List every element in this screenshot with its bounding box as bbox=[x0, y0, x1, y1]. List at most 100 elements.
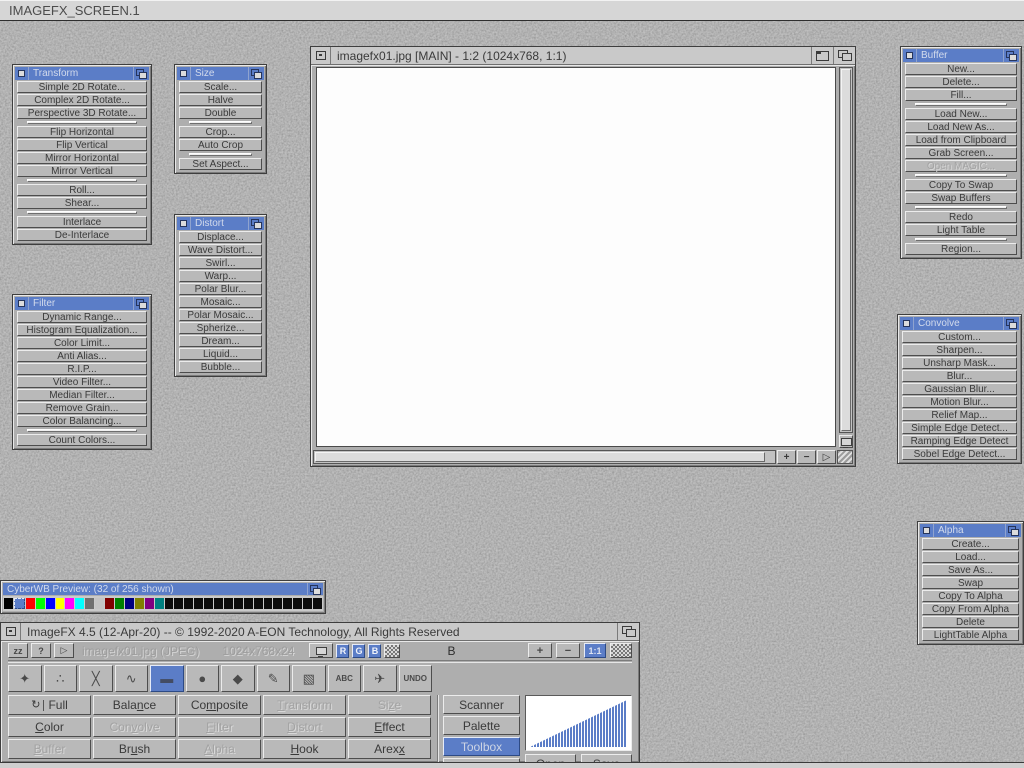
panel-button[interactable]: Mirror Horizontal bbox=[17, 152, 147, 164]
panel-button[interactable]: Roll... bbox=[17, 184, 147, 196]
panel-button[interactable]: Histogram Equalization... bbox=[17, 324, 147, 336]
palette-swatch[interactable] bbox=[105, 598, 114, 609]
depth-icon[interactable] bbox=[617, 623, 639, 640]
palette-swatch[interactable] bbox=[65, 598, 74, 609]
panel-button[interactable]: De-Interlace bbox=[17, 229, 147, 241]
palette-swatch[interactable] bbox=[273, 598, 282, 609]
close-icon[interactable] bbox=[15, 67, 29, 80]
dither-pattern-button[interactable] bbox=[384, 644, 400, 658]
zoom-out-button[interactable]: − bbox=[556, 643, 580, 658]
panel-button[interactable]: Bubble... bbox=[179, 361, 262, 373]
composite-button[interactable]: Composite bbox=[178, 695, 261, 715]
panel-button[interactable]: Swap bbox=[922, 577, 1019, 589]
convolve-button[interactable]: Convolve bbox=[93, 717, 176, 737]
panel-button[interactable]: Median Filter... bbox=[17, 389, 147, 401]
distort-button[interactable]: Distort bbox=[263, 717, 346, 737]
panel-button[interactable]: LightTable Alpha bbox=[922, 629, 1019, 641]
palette-swatch[interactable] bbox=[125, 598, 134, 609]
distort-panel-titlebar[interactable]: Distort bbox=[177, 217, 264, 230]
horizontal-scroll-thumb[interactable] bbox=[315, 452, 765, 462]
panel-button[interactable]: Ramping Edge Detect bbox=[902, 435, 1017, 447]
help-button[interactable]: ? bbox=[31, 643, 51, 658]
close-icon[interactable] bbox=[311, 47, 331, 64]
palette-swatch[interactable] bbox=[234, 598, 243, 609]
palette-swatch[interactable] bbox=[244, 598, 253, 609]
panel-button[interactable]: Delete bbox=[922, 616, 1019, 628]
panel-button[interactable]: Double bbox=[179, 107, 262, 119]
arexx-play-button[interactable]: ▷ bbox=[54, 643, 74, 658]
panel-button[interactable]: Perspective 3D Rotate... bbox=[17, 107, 147, 119]
arexx-button[interactable]: Arexx bbox=[348, 739, 431, 759]
depth-icon[interactable] bbox=[1003, 49, 1019, 62]
buffer-panel-titlebar[interactable]: Buffer bbox=[903, 49, 1019, 62]
green-channel-button[interactable]: G bbox=[352, 644, 365, 658]
image-canvas[interactable] bbox=[316, 67, 836, 447]
depth-icon[interactable] bbox=[133, 67, 149, 80]
panel-button[interactable]: Grab Screen... bbox=[905, 147, 1017, 159]
panel-button[interactable]: Fill... bbox=[905, 89, 1017, 101]
panel-button[interactable]: Gaussian Blur... bbox=[902, 383, 1017, 395]
depth-icon[interactable] bbox=[248, 67, 264, 80]
vertical-scrollbar[interactable] bbox=[839, 67, 853, 433]
palette-swatch[interactable] bbox=[36, 598, 45, 609]
close-icon[interactable] bbox=[903, 49, 917, 62]
panel-button[interactable]: Swap Buffers bbox=[905, 192, 1017, 204]
color-button[interactable]: Color bbox=[8, 717, 91, 737]
close-icon[interactable] bbox=[177, 217, 191, 230]
curve-tool[interactable]: ∿ bbox=[115, 665, 149, 692]
panel-button[interactable]: Copy From Alpha bbox=[922, 603, 1019, 615]
full-button[interactable]: ↻Full bbox=[8, 695, 91, 715]
panel-button[interactable]: Redo bbox=[905, 211, 1017, 223]
panel-button[interactable]: Sobel Edge Detect... bbox=[902, 448, 1017, 460]
panel-button[interactable]: Delete... bbox=[905, 76, 1017, 88]
panel-button[interactable]: Relief Map... bbox=[902, 409, 1017, 421]
alpha-button[interactable]: Alpha bbox=[178, 739, 261, 759]
screen-mode-button[interactable] bbox=[839, 435, 853, 448]
screen-titlebar[interactable]: IMAGEFX_SCREEN.1 bbox=[0, 0, 1024, 21]
palette-swatch[interactable] bbox=[4, 598, 13, 609]
close-icon[interactable] bbox=[177, 67, 191, 80]
palette-swatch[interactable] bbox=[174, 598, 183, 609]
panel-button[interactable]: Crop... bbox=[179, 126, 262, 138]
effect-button[interactable]: Effect bbox=[348, 717, 431, 737]
panel-button[interactable]: Flip Vertical bbox=[17, 139, 147, 151]
panel-button[interactable]: Color Limit... bbox=[17, 337, 147, 349]
palette-swatch[interactable] bbox=[14, 598, 25, 609]
palette-button[interactable]: Palette bbox=[443, 716, 520, 735]
palette-swatch[interactable] bbox=[26, 598, 35, 609]
panel-button[interactable]: Region... bbox=[905, 243, 1017, 255]
palette-swatch[interactable] bbox=[303, 598, 312, 609]
panel-button[interactable]: Light Table bbox=[905, 224, 1017, 236]
transform-button[interactable]: Transform bbox=[263, 695, 346, 715]
buffer-button[interactable]: Buffer bbox=[8, 739, 91, 759]
zoom-in-button[interactable]: + bbox=[528, 643, 552, 658]
panel-button[interactable]: Motion Blur... bbox=[902, 396, 1017, 408]
move-tool[interactable]: ✈ bbox=[363, 665, 397, 692]
zoom-in-button[interactable]: + bbox=[777, 450, 796, 464]
panel-button[interactable]: Load... bbox=[922, 551, 1019, 563]
zoom-ratio-button[interactable]: 1:1 bbox=[584, 643, 606, 658]
close-icon[interactable] bbox=[1, 623, 21, 640]
freehand-tool[interactable]: ✎ bbox=[257, 665, 291, 692]
panel-button[interactable]: Shear... bbox=[17, 197, 147, 209]
palette-swatch[interactable] bbox=[56, 598, 65, 609]
resize-handle[interactable] bbox=[837, 450, 853, 464]
play-button[interactable]: ▷ bbox=[817, 450, 836, 464]
palette-swatch[interactable] bbox=[254, 598, 263, 609]
panel-button[interactable]: Custom... bbox=[902, 331, 1017, 343]
red-channel-button[interactable]: R bbox=[336, 644, 349, 658]
dot-tool[interactable]: ✦ bbox=[8, 665, 42, 692]
palette-swatch[interactable] bbox=[75, 598, 84, 609]
panel-button[interactable]: R.I.P... bbox=[17, 363, 147, 375]
palette-swatch[interactable] bbox=[135, 598, 144, 609]
polygon-tool[interactable]: ◆ bbox=[221, 665, 255, 692]
palette-swatch[interactable] bbox=[184, 598, 193, 609]
image-window-titlebar[interactable]: imagefx01.jpg [MAIN] - 1:2 (1024x768, 1:… bbox=[311, 47, 855, 65]
depth-icon[interactable] bbox=[248, 217, 264, 230]
panel-button[interactable]: New... bbox=[905, 63, 1017, 75]
palette-swatch[interactable] bbox=[95, 598, 104, 609]
alpha-panel-titlebar[interactable]: Alpha bbox=[920, 524, 1021, 537]
panel-button[interactable]: Simple 2D Rotate... bbox=[17, 81, 147, 93]
panel-button[interactable]: Color Balancing... bbox=[17, 415, 147, 427]
panel-button[interactable]: Sharpen... bbox=[902, 344, 1017, 356]
